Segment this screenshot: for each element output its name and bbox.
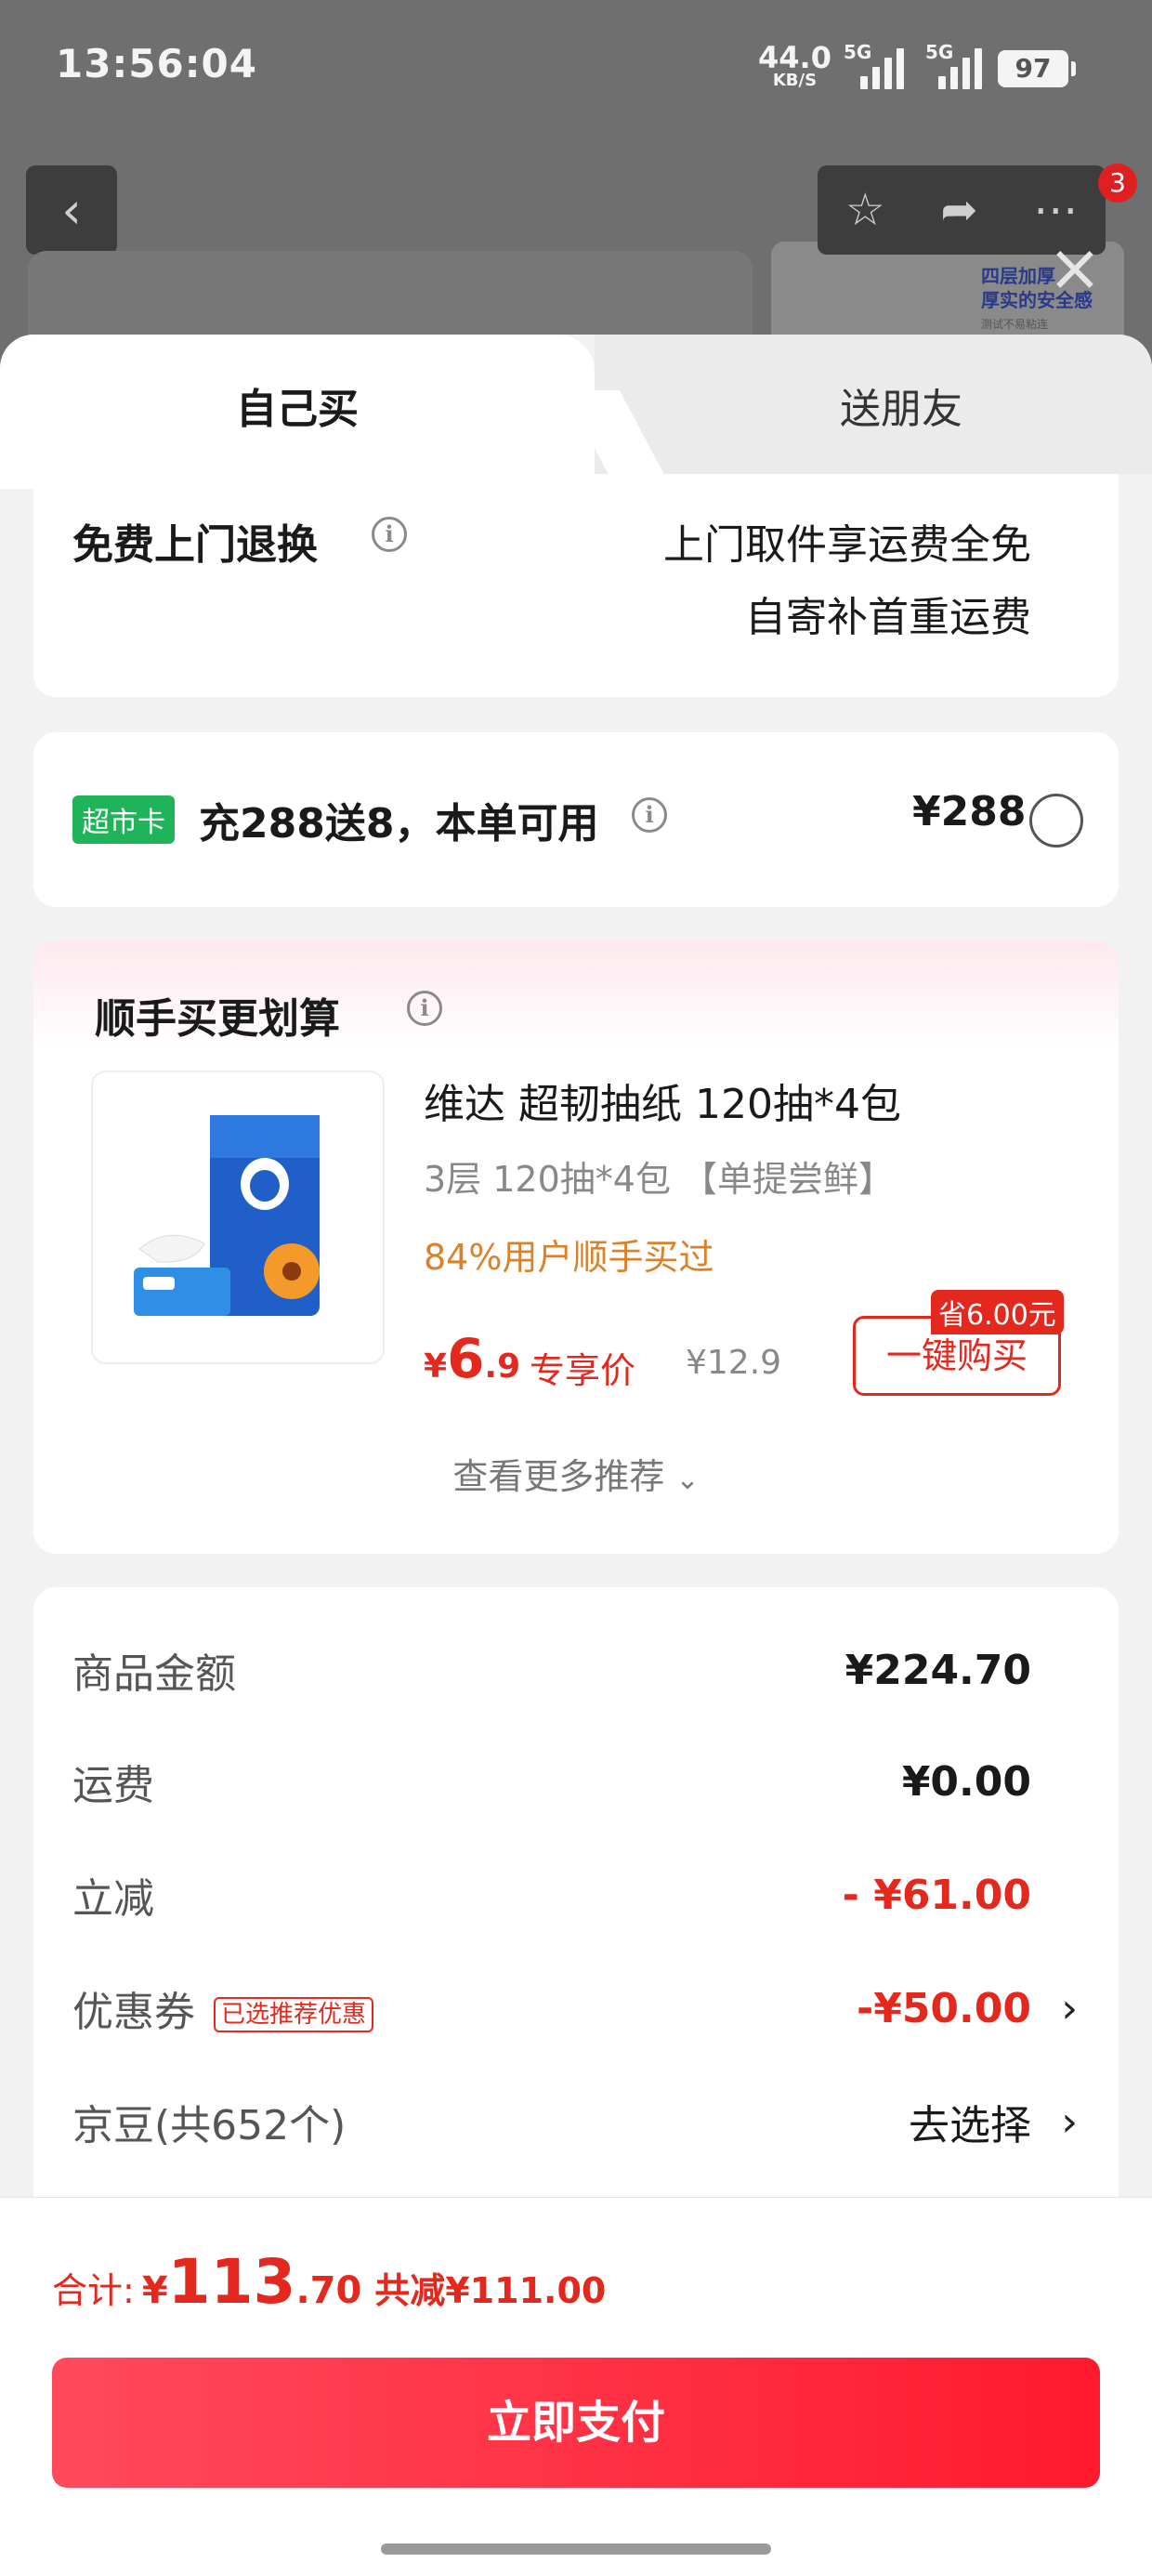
product-spec: 3层 120抽*4包 【单提尝鲜】	[424, 1159, 895, 1200]
close-icon[interactable]: ×	[1044, 235, 1106, 301]
return-service-card: 免费上门退换 i 上门取件享运费全免 自寄补首重运费	[33, 474, 1119, 697]
market-card-price: ¥288	[912, 788, 1027, 835]
checkout-footer: 合计: ¥113.70 共减¥111.00 立即支付	[0, 2197, 1152, 2576]
recommend-card: 顺手买更划算 i 维达 超韧抽纸 120抽*4包 3层 120抽*4包 【单提尝…	[33, 940, 1119, 1554]
coupon-tag: 已选推荐优惠	[214, 1997, 374, 2032]
star-icon[interactable]: ☆	[845, 184, 885, 236]
back-button[interactable]: ‹	[26, 165, 117, 255]
tab-gift[interactable]: 送朋友	[595, 335, 1152, 474]
return-service-line1: 上门取件享运费全免	[663, 521, 1031, 569]
summary-row-coupon[interactable]: 优惠券 已选推荐优惠 -¥50.00 ›	[72, 1976, 1078, 2041]
product-image[interactable]	[91, 1071, 385, 1364]
product-original-price: ¥12.9	[686, 1344, 782, 1382]
summary-row-goods: 商品金额 ¥224.70	[72, 1646, 1031, 1699]
signal-icon	[860, 43, 904, 89]
summary-row-discount: 立减 - ¥61.00	[72, 1871, 1031, 1924]
order-total: 合计: ¥113.70 共减¥111.00	[52, 2246, 607, 2318]
recommend-title: 顺手买更划算	[95, 995, 340, 1043]
info-icon[interactable]: i	[407, 991, 442, 1026]
price-summary-card: 商品金额 ¥224.70 运费 ¥0.00 立减 - ¥61.00 优惠券 已选推…	[33, 1587, 1119, 2238]
home-indicator[interactable]	[381, 2543, 771, 2555]
market-card-row[interactable]: 超市卡 充288送8，本单可用 i ¥288	[33, 732, 1119, 907]
more-icon[interactable]: ⋯	[1033, 184, 1078, 236]
info-icon[interactable]: i	[372, 517, 407, 552]
pay-now-button[interactable]: 立即支付	[52, 2358, 1100, 2488]
return-service-line2: 自寄补首重运费	[745, 594, 1031, 641]
signal-icon-2	[938, 43, 982, 89]
summary-row-shipping: 运费 ¥0.00	[72, 1757, 1031, 1810]
info-icon[interactable]: i	[632, 797, 667, 833]
total-saved: 共减¥111.00	[374, 2270, 607, 2311]
share-icon[interactable]: ➦	[940, 184, 977, 236]
tab-self[interactable]: 自己买	[0, 335, 595, 489]
network-speed: 44.0 KB/S	[758, 40, 831, 90]
chevron-right-icon: ›	[1061, 2097, 1078, 2146]
radio-icon[interactable]	[1029, 794, 1083, 848]
product-price: ¥6.9	[424, 1327, 521, 1390]
chevron-down-icon: ⌄	[675, 1464, 700, 1496]
return-service-title: 免费上门退换	[72, 521, 318, 569]
status-bar: 13:56:04 44.0 KB/S 5G 5G 97	[0, 0, 1152, 139]
back-arrow-icon: ‹	[61, 180, 82, 240]
purchase-tabs: 送朋友 自己买	[0, 335, 1152, 489]
product-price-tag: 专享价	[530, 1350, 636, 1391]
product-buyers-stat: 84%用户顺手买过	[424, 1237, 714, 1278]
market-card-text: 充288送8，本单可用	[199, 800, 599, 848]
chevron-right-icon: ›	[1061, 1984, 1078, 2032]
status-time: 13:56:04	[56, 41, 257, 86]
save-badge: 省6.00元	[931, 1290, 1064, 1334]
product-name[interactable]: 维达 超韧抽纸 120抽*4包	[424, 1071, 901, 1130]
more-recommendations-link[interactable]: 查看更多推荐 ⌄	[33, 1448, 1119, 1499]
summary-row-beans[interactable]: 京豆(共652个) 去选择 ›	[72, 2089, 1078, 2154]
battery-icon: 97	[998, 50, 1076, 87]
market-card-badge: 超市卡	[72, 795, 175, 844]
notification-badge: 3	[1098, 164, 1137, 203]
